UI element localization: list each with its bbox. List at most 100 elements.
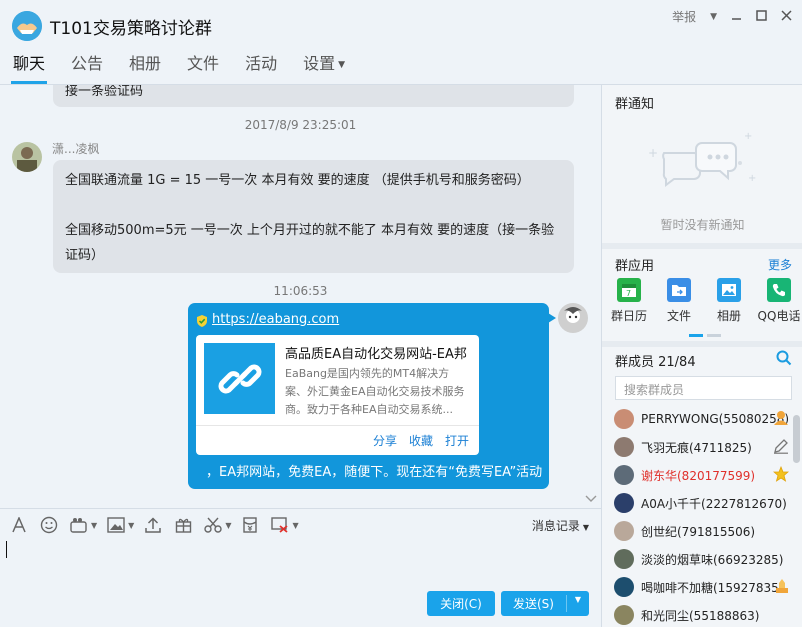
emoji-icon[interactable]: [38, 515, 60, 535]
svg-text:7: 7: [626, 289, 631, 298]
tab-chat[interactable]: 聊天: [0, 50, 58, 84]
svg-text:+: +: [744, 131, 752, 142]
message-line: 全国联通流量 1G = 15 一号一次 本月有效 要的速度 （提供手机号和服务密…: [65, 173, 530, 188]
screenshot-scissors-icon[interactable]: [202, 515, 224, 535]
text-cursor: [6, 541, 7, 558]
member-avatar: [614, 521, 634, 541]
chevron-down-icon[interactable]: ▼: [225, 521, 231, 530]
chevron-down-icon: ▼: [338, 59, 346, 70]
tab-album[interactable]: 相册: [116, 50, 174, 84]
tab-files[interactable]: 文件: [174, 50, 232, 84]
chevron-down-icon[interactable]: ▼: [292, 521, 298, 530]
message-bubble-previous: 接一条验证码: [53, 85, 574, 107]
tab-announcement[interactable]: 公告: [58, 50, 116, 84]
chat-history[interactable]: 接一条验证码 2017/8/9 23:25:01 潇...凌枫 全国联通流量 1…: [0, 85, 601, 508]
tab-settings[interactable]: 设置 ▼: [290, 50, 358, 84]
close-button[interactable]: 关闭(C): [427, 591, 495, 616]
close-icon[interactable]: [781, 9, 792, 24]
own-avatar[interactable]: [558, 303, 588, 333]
card-description: EaBang是国内领先的MT4解决方案、外汇黄金EA自动化交易技术服务商。致力于…: [285, 367, 465, 416]
chevron-down-icon[interactable]: ▼: [128, 521, 134, 530]
font-icon[interactable]: [8, 515, 30, 535]
member-search-input[interactable]: 搜索群成员: [615, 376, 792, 400]
svg-text:+: +: [648, 146, 658, 160]
link-message-bubble[interactable]: https://eabang.com 高品质EA自动化交易网站-EA邦 EaBa…: [188, 303, 556, 489]
input-toolbar: ▼ ▼ ▼ ▼: [8, 515, 299, 535]
group-apps: 7 群日历 文件 相册 QQ电话: [607, 278, 801, 324]
search-icon[interactable]: [776, 350, 792, 366]
app-group-calendar[interactable]: 7 群日历: [607, 278, 651, 324]
link-thumbnail: [204, 343, 275, 414]
red-packet-icon[interactable]: [239, 515, 261, 535]
right-panel: 群通知 + + + 暂时没有新通知 群应用 更多 7 群日历 文件 相册 QQ电…: [601, 85, 802, 627]
message-text: ，EA邦网站，免费EA，随便下。现在还有“免费写EA”活动: [206, 465, 543, 480]
scroll-down-icon[interactable]: [585, 493, 597, 506]
edit-icon[interactable]: [773, 438, 789, 454]
message-line: 证码）: [65, 248, 105, 263]
member-item[interactable]: 谢东华(820177599): [602, 461, 802, 489]
member-item[interactable]: PERRYWONG(55080258): [602, 405, 802, 433]
member-avatar: [614, 493, 634, 513]
gift-icon[interactable]: [172, 515, 194, 535]
menu-dropdown-icon[interactable]: ▼: [710, 12, 717, 22]
apps-section-title: 群应用: [615, 259, 655, 274]
member-item[interactable]: 飞羽无痕(4711825): [602, 433, 802, 461]
group-avatar[interactable]: [12, 11, 42, 41]
report-button[interactable]: 举报: [672, 8, 696, 25]
member-item[interactable]: A0A小千千(2227812670): [602, 489, 802, 517]
member-avatar: [614, 437, 634, 457]
section-divider: [602, 243, 802, 249]
member-item[interactable]: 淡淡的烟草味(66923285): [602, 545, 802, 573]
apps-more-link[interactable]: 更多: [768, 256, 792, 273]
app-album[interactable]: 相册: [707, 278, 751, 324]
member-list-scrollbar[interactable]: [793, 415, 800, 463]
pager-dot[interactable]: [707, 334, 721, 337]
card-open-button[interactable]: 打开: [445, 432, 469, 449]
message-bubble[interactable]: 全国联通流量 1G = 15 一号一次 本月有效 要的速度 （提供手机号和服务密…: [53, 160, 574, 273]
maximize-icon[interactable]: [756, 9, 767, 24]
message-history-button[interactable]: 消息记录 ▼: [532, 517, 589, 534]
send-button[interactable]: 发送(S) ▼: [501, 591, 589, 616]
members-section-title: 群成员 21/84: [615, 355, 696, 370]
pager-dot-active[interactable]: [689, 334, 703, 337]
photo-icon: [717, 278, 741, 302]
message-text: 接一条验证码: [65, 85, 144, 99]
card-favorite-button[interactable]: 收藏: [409, 432, 433, 449]
card-share-button[interactable]: 分享: [373, 432, 397, 449]
member-avatar: [614, 465, 634, 485]
member-list: PERRYWONG(55080258) 飞羽无痕(4711825) 谢东华(82…: [602, 405, 802, 627]
image-icon[interactable]: [105, 515, 127, 535]
chevron-down-icon: ▼: [582, 523, 589, 532]
card-divider: [196, 425, 479, 426]
minimize-icon[interactable]: [731, 10, 742, 24]
message-line: 全国移动500m=5元 一号一次 上个月开过的就不能了 本月有效 要的速度（接一…: [65, 223, 555, 238]
member-item[interactable]: 和光同尘(55188863): [602, 601, 802, 627]
app-qq-phone[interactable]: QQ电话: [757, 278, 801, 324]
member-item[interactable]: 创世纪(791815506): [602, 517, 802, 545]
title-bar: T101交易策略讨论群 举报 ▼: [0, 0, 802, 44]
message-input-area[interactable]: ▼ ▼ ▼ ▼ 消息记录 ▼ 关闭(C) 发送(S) ▼: [0, 508, 601, 627]
group-title: T101交易策略讨论群: [50, 19, 212, 39]
tab-bar: 聊天 公告 相册 文件 活动 设置 ▼: [0, 50, 358, 84]
calendar-icon: 7: [617, 278, 641, 302]
member-item[interactable]: 喝咖啡不加糖(15927835: [602, 573, 802, 601]
gif-icon[interactable]: [68, 515, 90, 535]
card-title: 高品质EA自动化交易网站-EA邦: [285, 347, 467, 362]
link-url[interactable]: https://eabang.com: [212, 312, 339, 327]
sender-avatar[interactable]: [12, 142, 42, 172]
shake-window-icon[interactable]: [269, 515, 291, 535]
link-preview-card[interactable]: 高品质EA自动化交易网站-EA邦 EaBang是国内领先的MT4解决方案、外汇黄…: [196, 335, 479, 455]
admin-icon: [774, 411, 788, 425]
apps-pager[interactable]: [689, 334, 721, 337]
member-avatar: [614, 549, 634, 569]
notice-section-title: 群通知: [615, 97, 655, 112]
svg-text:+: +: [748, 173, 756, 184]
tab-activity[interactable]: 活动: [232, 50, 290, 84]
folder-icon: [667, 278, 691, 302]
app-files[interactable]: 文件: [657, 278, 701, 324]
chevron-down-icon[interactable]: ▼: [91, 521, 97, 530]
send-button-divider: [566, 595, 567, 612]
upload-icon[interactable]: [142, 515, 164, 535]
member-avatar: [614, 409, 634, 429]
send-options-chevron-icon[interactable]: ▼: [575, 595, 581, 604]
